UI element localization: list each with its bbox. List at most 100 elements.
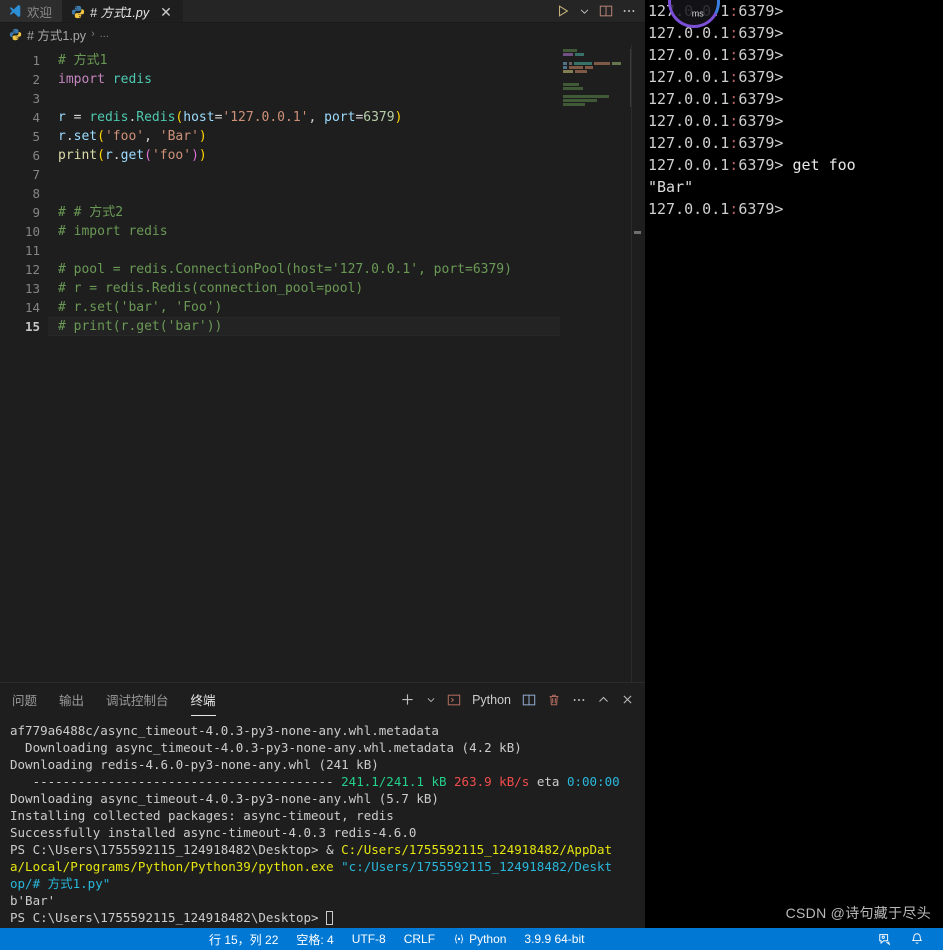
terminal-text: C:/Users/1755592115_124918482/AppDat	[341, 842, 613, 857]
tab-welcome[interactable]: 欢迎	[0, 0, 64, 22]
redis-cli-host: 127.0.0.1	[648, 46, 730, 64]
minimap-segment	[563, 99, 597, 103]
code-token: # 方式1	[58, 53, 108, 68]
status-eol[interactable]: CRLF	[395, 928, 444, 950]
line-number: 7	[32, 167, 40, 182]
breadcrumb-separator: ›	[91, 28, 95, 40]
status-indentation[interactable]: 空格: 4	[287, 928, 342, 950]
line-content: r.set('foo', 'Bar')	[48, 127, 645, 146]
line-number: 1	[32, 53, 40, 68]
code-line[interactable]: 14 # r.set('bar', 'Foo')	[0, 298, 645, 317]
panel-tab-output[interactable]: 输出	[59, 683, 84, 716]
redis-cli-colon: :	[729, 156, 739, 174]
status-cursor-position[interactable]: 行 15，列 22	[200, 928, 287, 950]
code-line[interactable]: 13 # r = redis.Redis(connection_pool=pool…	[0, 279, 645, 298]
code-line[interactable]: 11	[0, 241, 645, 260]
code-token: r	[58, 110, 66, 125]
split-terminal-icon[interactable]	[522, 693, 536, 707]
gauge-unit-label: ms	[691, 8, 704, 19]
code-line[interactable]: 10 # import redis	[0, 222, 645, 241]
code-line[interactable]: 15 # print(r.get('bar'))	[0, 317, 645, 336]
status-notifications-bell-icon[interactable]	[901, 928, 933, 950]
line-content: # # 方式2	[48, 203, 645, 222]
code-token: 6379	[363, 110, 395, 125]
code-token: r	[58, 129, 66, 144]
terminal-text: Downloading async_timeout-4.0.3-py3-none…	[10, 740, 522, 755]
chevron-down-icon[interactable]	[426, 695, 436, 705]
code-line[interactable]: 4r = redis.Redis(host='127.0.0.1', port=…	[0, 108, 645, 127]
play-icon[interactable]	[556, 4, 570, 18]
terminal-text: af779a6488c/async_timeout-4.0.3-py3-none…	[10, 723, 439, 738]
code-token: )	[191, 148, 199, 163]
terminal-text: b'Bar'	[10, 893, 56, 908]
close-icon[interactable]: ✕	[160, 5, 172, 19]
chevron-down-icon[interactable]	[579, 6, 590, 17]
line-number: 6	[32, 148, 40, 163]
terminal-text: 0:00:00	[566, 774, 620, 789]
split-editor-icon[interactable]	[599, 4, 613, 18]
panel-tab-label: 调试控制台	[106, 694, 169, 708]
code-token: (	[97, 129, 105, 144]
line-content: # r = redis.Redis(connection_pool=pool)	[48, 279, 645, 298]
code-line[interactable]: 1 # 方式1	[0, 51, 645, 70]
panel-tab-debug-console[interactable]: 调试控制台	[106, 683, 169, 716]
panel-tab-label: 问题	[12, 694, 38, 708]
code-line[interactable]: 8	[0, 184, 645, 203]
status-encoding[interactable]: UTF-8	[343, 928, 395, 950]
breadcrumb[interactable]: # 方式1.py › ...	[0, 23, 645, 45]
code-line[interactable]: 2 import redis	[0, 70, 645, 89]
terminal-text: ----------------------------------------	[10, 774, 342, 789]
code-line[interactable]: 6 print(r.get('foo'))	[0, 146, 645, 165]
code-token: redis	[89, 110, 129, 125]
redis-cli-host: 127.0.0.1	[648, 200, 730, 218]
code-token: import	[58, 72, 105, 87]
redis-cli-window[interactable]: 127.0.0.1:6379>127.0.0.1:6379>127.0.0.1:…	[645, 0, 943, 927]
redis-cli-line: 127.0.0.1:6379>	[648, 44, 943, 66]
ellipsis-icon[interactable]	[622, 4, 636, 18]
code-token: (	[144, 148, 152, 163]
plus-icon[interactable]	[400, 692, 415, 707]
redis-cli-line: 127.0.0.1:6379>	[648, 110, 943, 132]
terminal-prompt-line[interactable]: PS C:\Users\1755592115_124918482\Desktop…	[10, 909, 645, 926]
ellipsis-icon[interactable]	[572, 693, 586, 707]
redis-cli-colon: :	[729, 200, 739, 218]
code-token: # # 方式2	[58, 205, 124, 220]
code-token: 'foo'	[104, 129, 145, 144]
status-feedback-icon[interactable]	[869, 928, 901, 950]
code-token: redis	[112, 72, 152, 87]
code-line[interactable]: 7	[0, 165, 645, 184]
terminal-line: a/Local/Programs/Python/Python39/python.…	[10, 858, 645, 875]
line-number: 15	[24, 319, 40, 334]
code-line[interactable]: 12 # pool = redis.ConnectionPool(host='12…	[0, 260, 645, 279]
terminal-output[interactable]: af779a6488c/async_timeout-4.0.3-py3-none…	[0, 716, 645, 950]
code-token: ,	[144, 129, 160, 144]
minimap-line	[563, 103, 631, 107]
line-content: # r.set('bar', 'Foo')	[48, 298, 645, 317]
close-icon[interactable]	[621, 693, 634, 706]
redis-cli-host: 127.0.0.1	[648, 68, 730, 86]
status-python-interpreter[interactable]: 3.9.9 64-bit	[515, 928, 593, 950]
code-token: 'Bar'	[159, 129, 199, 144]
code-line[interactable]: 5 r.set('foo', 'Bar')	[0, 127, 645, 146]
line-number: 8	[32, 186, 40, 201]
redis-cli-line: 127.0.0.1:6379>	[648, 66, 943, 88]
terminal-prompt: PS C:\Users\1755592115_124918482\Desktop…	[10, 910, 327, 925]
breadcrumb-overflow[interactable]: ...	[100, 28, 109, 40]
code-line[interactable]: 9 # # 方式2	[0, 203, 645, 222]
watermark-text: CSDN @诗句藏于尽头	[785, 905, 931, 921]
panel-tab-terminal[interactable]: 终端	[190, 683, 216, 716]
breadcrumb-file[interactable]: # 方式1.py	[27, 25, 86, 44]
chevron-up-icon[interactable]	[597, 693, 610, 706]
terminal-icon[interactable]	[447, 693, 461, 707]
tab-fangshi1-py[interactable]: # 方式1.py ✕	[63, 0, 183, 22]
code-token: =	[65, 110, 90, 125]
panel-tab-problems[interactable]: 问题	[12, 683, 37, 716]
code-line[interactable]: 3	[0, 89, 645, 108]
status-language-mode[interactable]: Python	[444, 928, 515, 950]
code-token: # r = redis.Redis(connection_pool=pool)	[58, 281, 364, 296]
code-editor[interactable]: 1 # 方式1 2 import redis 3 4 r = redis. Redis (hos…	[0, 45, 645, 682]
trash-icon[interactable]	[547, 693, 561, 707]
vscode-window: 欢迎 # 方式1.py ✕ # 方式1.py › ... 1 # 方式1 2 i…	[0, 0, 943, 950]
terminal-text: op/# 方式1.py"	[10, 876, 111, 891]
panel-shell-label[interactable]: Python	[472, 693, 511, 707]
